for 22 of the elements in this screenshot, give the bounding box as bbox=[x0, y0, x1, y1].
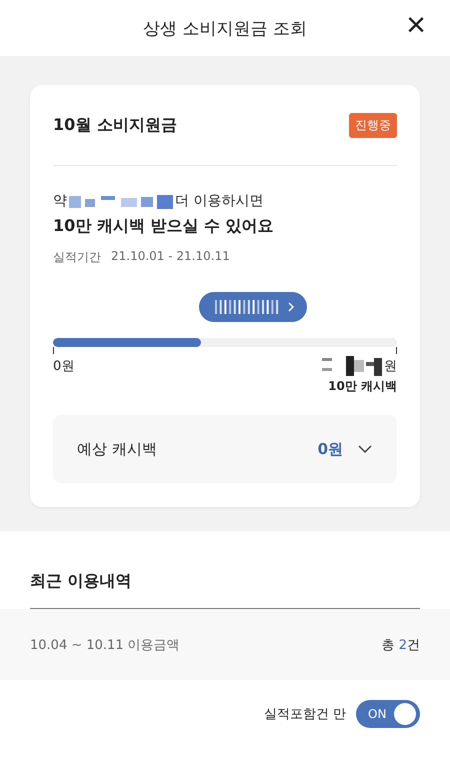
period-label: 실적기간 bbox=[53, 249, 101, 266]
date-range: 10.04 ~ 10.11 이용금액 bbox=[30, 636, 180, 654]
amount-bubble[interactable] bbox=[198, 292, 307, 322]
start-amount: 0원 bbox=[53, 358, 74, 375]
headline-text: 10만 캐시백 받으실 수 있어요 bbox=[53, 216, 275, 237]
goal-caption: 10만 캐시백 bbox=[327, 378, 397, 395]
total-count: 총 2건 bbox=[382, 636, 420, 654]
toggle-switch[interactable]: ON bbox=[356, 700, 420, 728]
redacted-mark bbox=[214, 300, 281, 314]
filter-label: 실적포함건 만 bbox=[264, 706, 346, 723]
period-dates: 21.10.01 - 21.10.11 bbox=[111, 249, 230, 265]
chevron-down-icon bbox=[357, 444, 373, 454]
page-title: 상생 소비지원금 조회 bbox=[143, 18, 307, 40]
close-button[interactable]: × bbox=[406, 8, 426, 42]
chevron-right-icon bbox=[286, 301, 295, 313]
redacted-mark bbox=[322, 356, 382, 376]
status-badge: 진행중 bbox=[349, 112, 397, 138]
end-unit: 원 bbox=[384, 358, 397, 375]
remain-prefix: 약 bbox=[53, 192, 67, 210]
remain-suffix: 더 이용하시면 bbox=[175, 192, 264, 210]
card-title: 10월 소비지원금 bbox=[53, 114, 177, 136]
expected-cashback-row[interactable]: 예상 캐시백 0원 bbox=[53, 415, 397, 483]
